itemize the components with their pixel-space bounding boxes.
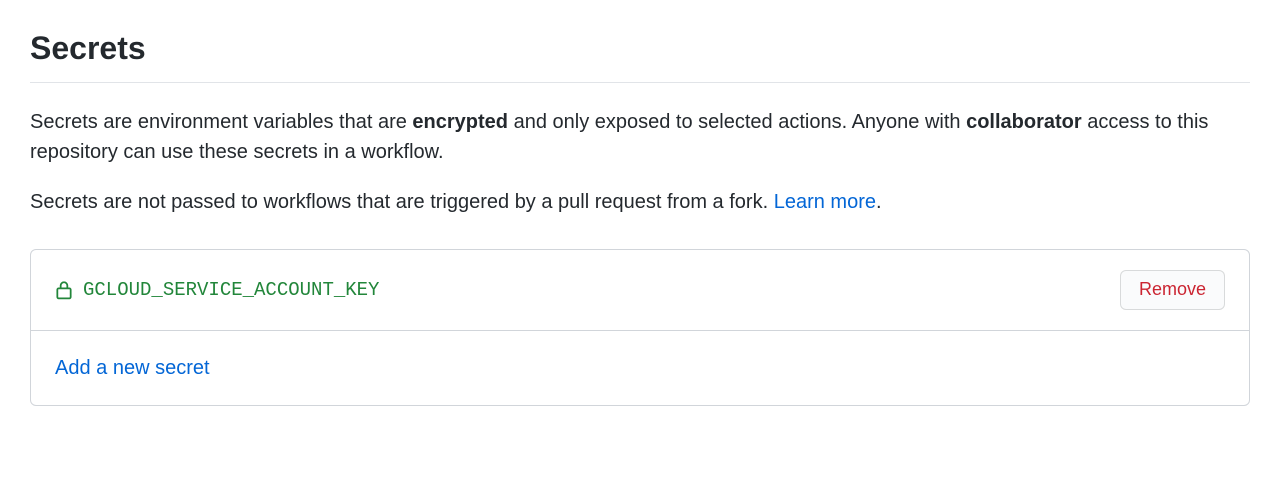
note-suffix: . <box>876 191 882 213</box>
page-title: Secrets <box>30 24 1250 83</box>
note-text: Secrets are not passed to workflows that… <box>30 191 774 213</box>
secrets-description: Secrets are environment variables that a… <box>30 107 1250 167</box>
lock-icon <box>55 280 73 300</box>
description-bold-collaborator: collaborator <box>966 111 1082 133</box>
secrets-note: Secrets are not passed to workflows that… <box>30 187 1250 217</box>
add-secret-row: Add a new secret <box>31 331 1249 405</box>
description-text: Secrets are environment variables that a… <box>30 111 412 133</box>
description-text: and only exposed to selected actions. An… <box>508 111 966 133</box>
secrets-list: GCLOUD_SERVICE_ACCOUNT_KEY Remove Add a … <box>30 249 1250 406</box>
secret-info: GCLOUD_SERVICE_ACCOUNT_KEY <box>55 276 379 305</box>
remove-secret-button[interactable]: Remove <box>1120 270 1225 310</box>
description-bold-encrypted: encrypted <box>412 111 508 133</box>
add-secret-link[interactable]: Add a new secret <box>55 357 210 379</box>
secret-row: GCLOUD_SERVICE_ACCOUNT_KEY Remove <box>31 250 1249 331</box>
secret-name: GCLOUD_SERVICE_ACCOUNT_KEY <box>83 276 379 305</box>
learn-more-link[interactable]: Learn more <box>774 191 876 213</box>
